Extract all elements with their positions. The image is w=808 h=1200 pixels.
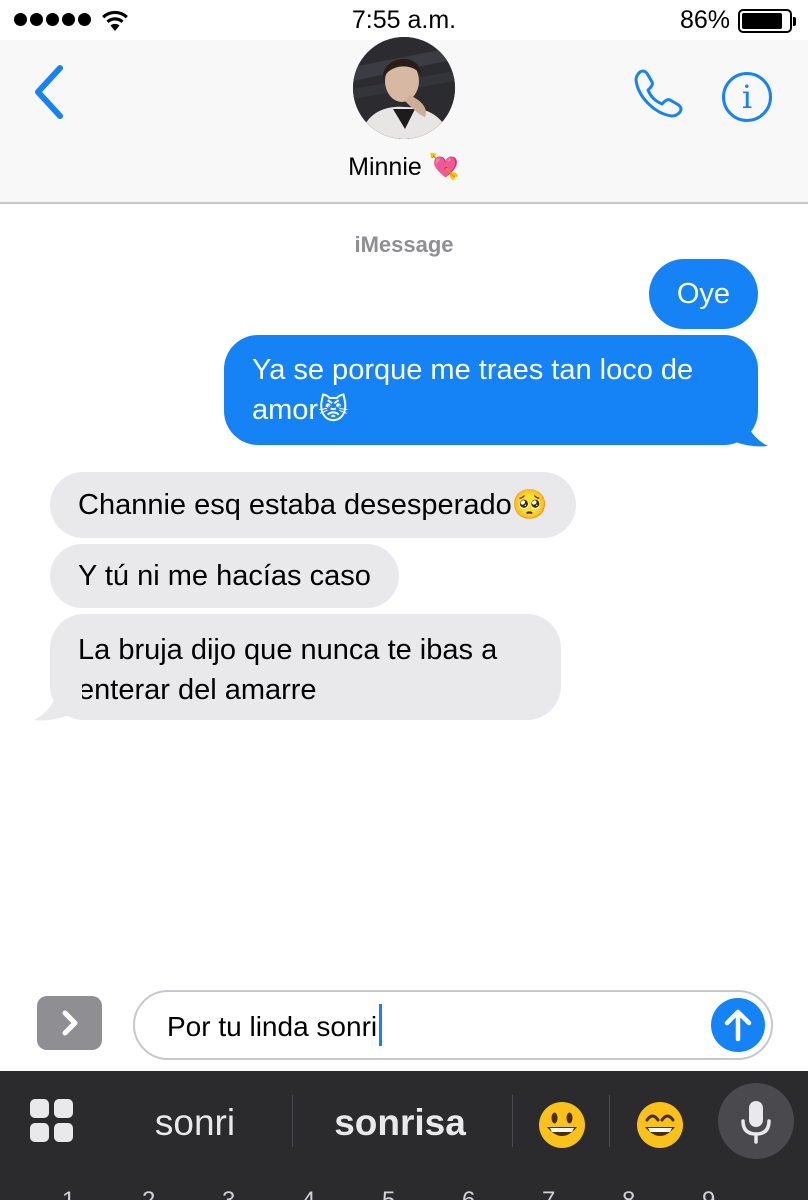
- keyboard-key-row-partial: 123 456 789: [0, 1189, 808, 1200]
- emoji-grid-icon[interactable]: [30, 1099, 74, 1143]
- outgoing-message[interactable]: Ya se porque me traes tan loco de amor😾: [224, 335, 758, 445]
- phone-call-icon[interactable]: [630, 66, 686, 122]
- outgoing-bubble-tail: [720, 402, 768, 447]
- dictation-button[interactable]: [718, 1083, 794, 1159]
- microphone-icon: [741, 1101, 771, 1144]
- info-icon[interactable]: i: [722, 72, 772, 122]
- battery-percentage: 86%: [679, 6, 730, 34]
- suggestion-divider: [292, 1095, 293, 1147]
- contact-name[interactable]: Minnie 💘: [0, 153, 808, 182]
- message-draft-text: Por tu linda sonri: [167, 1011, 378, 1042]
- incoming-message[interactable]: Channie esq estaba desesperado🥺: [50, 472, 576, 538]
- chevron-right-icon: [62, 1010, 78, 1036]
- suggestion-item[interactable]: sonri: [120, 1101, 270, 1145]
- message-input[interactable]: Por tu linda sonri: [133, 990, 773, 1060]
- grinning-face-smiling-eyes-emoji[interactable]: [635, 1100, 685, 1150]
- suggestion-divider: [609, 1095, 610, 1147]
- battery-icon: [738, 9, 796, 33]
- incoming-message[interactable]: Y tú ni me hacías caso: [50, 544, 399, 608]
- grinning-face-emoji[interactable]: [537, 1100, 587, 1150]
- service-label: iMessage: [354, 232, 454, 257]
- suggestion-item[interactable]: sonrisa: [310, 1101, 490, 1145]
- send-button[interactable]: [711, 998, 765, 1052]
- back-button[interactable]: [28, 62, 72, 122]
- app-drawer-button[interactable]: [37, 996, 102, 1050]
- battery-level-fill: [742, 13, 782, 29]
- outgoing-message[interactable]: Oye: [648, 259, 758, 329]
- conversation-header: Minnie 💘 i: [0, 37, 808, 204]
- contact-avatar[interactable]: [353, 37, 455, 139]
- text-caret: [379, 1004, 382, 1046]
- status-bar: 7:55 a.m. 86%: [0, 0, 808, 40]
- contact-photo: [353, 37, 455, 139]
- incoming-message[interactable]: La bruja dijo que nunca te ibas a entera…: [50, 614, 561, 720]
- suggestion-divider: [512, 1095, 513, 1147]
- incoming-bubble-tail: [34, 676, 82, 721]
- keyboard: sonri sonrisa 123 456 789: [0, 1071, 808, 1200]
- arrow-up-icon: [724, 1009, 752, 1042]
